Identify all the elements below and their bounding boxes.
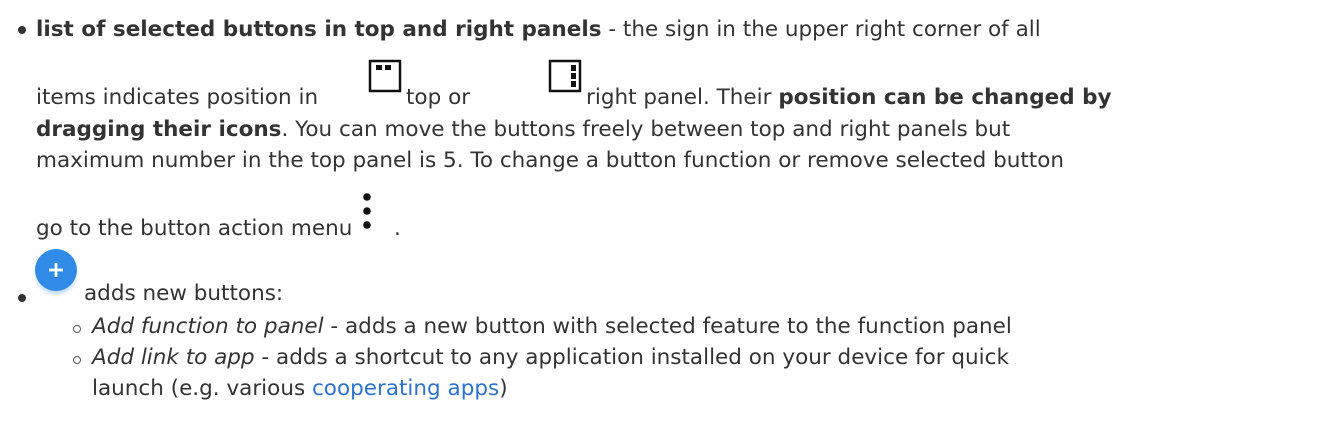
sub-item-1-label: Add function to panel <box>92 314 324 339</box>
item1-line3: dragging their icons. You can move the b… <box>36 116 1010 144</box>
list-bullet <box>18 26 26 34</box>
item1-line4-text: maximum number in the top panel is 5. To… <box>36 148 1065 173</box>
sub-item-2-label: Add link to app <box>92 345 255 370</box>
item1-line2a: items indicates position in <box>36 84 318 112</box>
list-bullet <box>18 294 26 302</box>
item1-line5a: go to the button action menu <box>36 215 352 243</box>
item1-bold-lead: list of selected buttons in top and righ… <box>36 17 602 42</box>
item1-line2b: top or <box>406 84 470 112</box>
sub-list-bullet <box>73 325 81 333</box>
sub-list-bullet <box>73 356 81 364</box>
top-panel-icon <box>368 59 402 93</box>
more-vert-icon <box>363 193 371 229</box>
item1-line3-bold: dragging their icons <box>36 117 282 142</box>
item1-line5-text: go to the button action menu <box>36 216 353 241</box>
sub-item-2-cont: launch (e.g. various <box>92 376 312 401</box>
sub-item-2: Add link to app - adds a shortcut to any… <box>92 344 1009 372</box>
sub-item-2-desc: - adds a shortcut to any application ins… <box>254 345 1009 370</box>
item1-line1: list of selected buttons in top and righ… <box>36 16 1041 44</box>
cooperating-apps-link[interactable]: cooperating apps <box>312 376 499 401</box>
add-fab-icon <box>31 247 81 297</box>
sub-item-1: Add function to panel - adds a new butto… <box>92 313 1012 341</box>
item1-line5-period: . <box>394 216 401 241</box>
item1-line5b: . <box>394 215 401 243</box>
item1-line2c: right panel. Their position can be chang… <box>586 84 1111 112</box>
item1-line3-rest: . You can move the buttons freely betwee… <box>281 117 1011 142</box>
item1-line4: maximum number in the top panel is 5. To… <box>36 147 1064 175</box>
sub-item-1-desc: - adds a new button with selected featur… <box>323 314 1012 339</box>
item1-line2-text-c: right panel. Their <box>586 85 772 110</box>
item1-line1-rest: - the sign in the upper right corner of … <box>601 17 1041 42</box>
sub-item-2-close: ) <box>499 376 508 401</box>
item1-line2-text-a: items indicates position in <box>36 85 319 110</box>
item2-text: adds new buttons: <box>84 281 284 306</box>
item1-line2-text-b: top or <box>406 85 471 110</box>
item2-line1: adds new buttons: <box>84 280 283 308</box>
sub-item-2-line2: launch (e.g. various cooperating apps) <box>92 375 508 403</box>
item1-line2-bold: position can be changed by <box>778 85 1112 110</box>
right-panel-icon <box>548 59 582 93</box>
